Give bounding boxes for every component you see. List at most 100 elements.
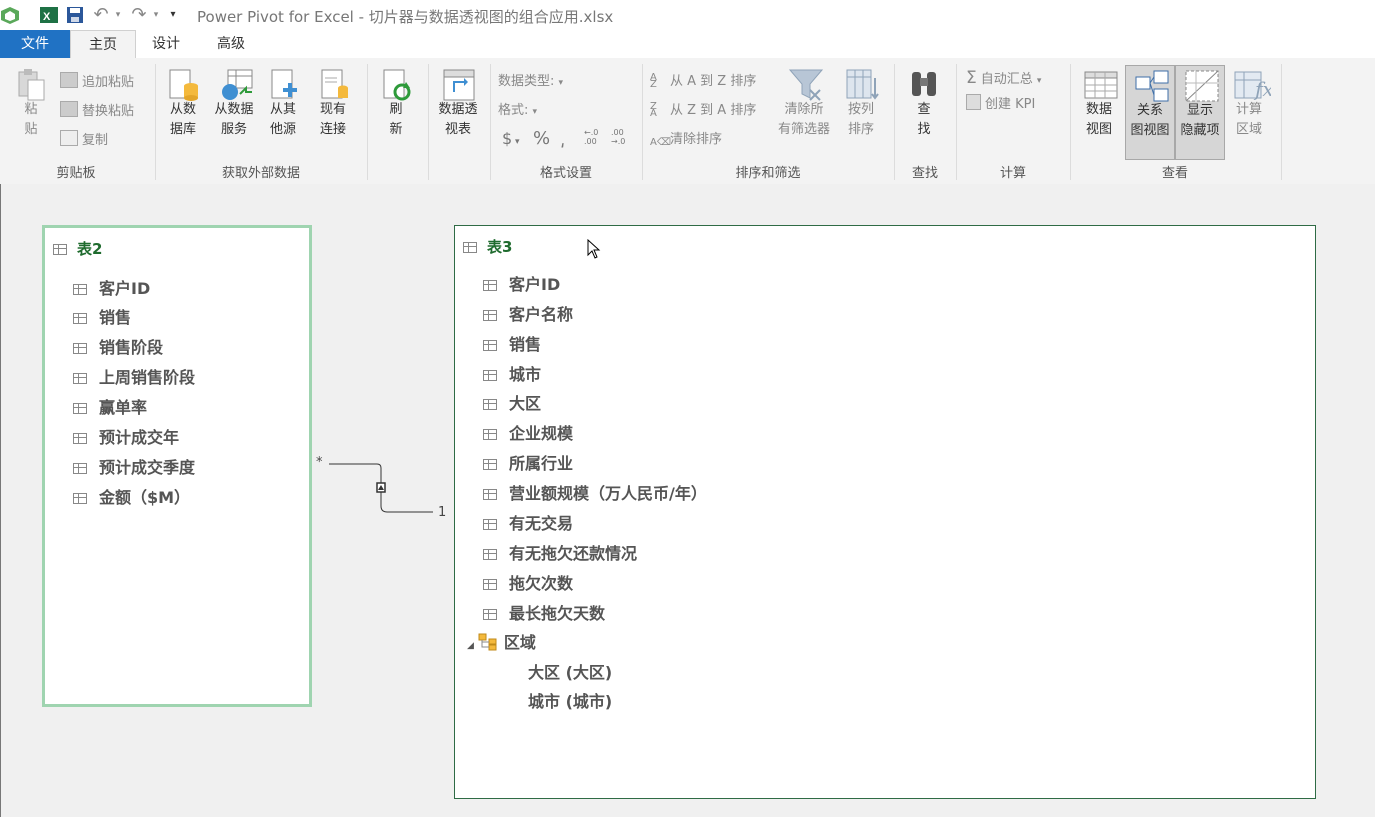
diagram-view-button[interactable]: 关系 图视图 xyxy=(1125,65,1175,160)
append-paste-button[interactable]: 追加粘贴 xyxy=(60,72,134,92)
copy-button[interactable]: 复制 xyxy=(60,130,108,150)
field-item[interactable]: 有无交易 xyxy=(483,510,573,534)
field-item[interactable]: 企业规模 xyxy=(483,420,573,444)
save-icon[interactable] xyxy=(66,6,84,24)
refresh-button[interactable]: 刷 新 xyxy=(374,68,418,140)
copy-icon xyxy=(60,130,78,146)
tab-advanced[interactable]: 高级 xyxy=(198,30,264,58)
from-data-service-button[interactable]: 从数据 服务 xyxy=(208,68,260,140)
table-3[interactable]: 表3 客户ID 客户名称 销售 城市 大区 企业规模 所属行业 营业额规模（万人… xyxy=(454,225,1316,799)
tab-design[interactable]: 设计 xyxy=(134,30,198,58)
comma-format-button[interactable]: ͵ xyxy=(560,129,565,149)
column-icon xyxy=(483,429,497,440)
customize-qat-icon[interactable]: ▾ xyxy=(166,5,180,25)
column-icon xyxy=(483,370,497,381)
calculation-area-icon: fx xyxy=(1233,68,1274,102)
find-button[interactable]: 查 找 xyxy=(902,68,946,140)
svg-text:fx: fx xyxy=(1253,77,1271,101)
table-2-title: 表2 xyxy=(53,238,102,259)
table-2[interactable]: 表2 客户ID 销售 销售阶段 上周销售阶段 赢单率 预计成交年 预计成交季度 … xyxy=(42,225,312,707)
relationship-line[interactable] xyxy=(301,454,461,524)
collapse-triangle-icon[interactable]: ◢ xyxy=(467,641,474,651)
format-dropdown[interactable]: 格式: ▾ xyxy=(498,101,537,121)
sort-by-column-button[interactable]: 按列 排序 xyxy=(838,68,884,140)
group-separator xyxy=(367,64,368,180)
column-icon xyxy=(483,459,497,470)
autosum-button[interactable]: Σ 自动汇总 ▾ xyxy=(966,68,1041,88)
existing-connections-button[interactable]: 现有 连接 xyxy=(310,68,356,140)
field-item[interactable]: 所属行业 xyxy=(483,450,573,474)
append-paste-icon xyxy=(60,72,78,88)
sigma-icon: Σ xyxy=(966,68,977,88)
data-type-dropdown[interactable]: 数据类型: ▾ xyxy=(498,72,563,92)
decrease-decimal-button[interactable]: .00 →.0 xyxy=(611,128,625,148)
from-database-button[interactable]: 从数 据库 xyxy=(160,68,206,140)
group-separator xyxy=(428,64,429,180)
sort-a-to-z-button[interactable]: AZ从 A 到 Z 排序 xyxy=(650,72,756,92)
kpi-icon xyxy=(966,94,981,110)
tab-file[interactable]: 文件 xyxy=(0,30,70,58)
hierarchy-item[interactable]: ◢ 区域 xyxy=(467,629,536,653)
field-item[interactable]: 预计成交季度 xyxy=(73,454,195,478)
field-item[interactable]: 预计成交年 xyxy=(73,424,179,448)
excel-icon[interactable]: X xyxy=(40,6,58,24)
group-label-view: 查看 xyxy=(1161,166,1188,181)
hierarchy-level[interactable]: 城市 (城市) xyxy=(528,688,612,712)
field-item[interactable]: 有无拖欠还款情况 xyxy=(483,540,637,564)
field-item[interactable]: 营业额规模（万人民币/年） xyxy=(483,480,707,504)
replace-paste-button[interactable]: 替换粘贴 xyxy=(60,101,134,121)
chevron-down-icon: ▾ xyxy=(512,137,520,147)
column-icon xyxy=(483,489,497,500)
field-item[interactable]: 金额（$M） xyxy=(73,484,190,508)
existing-connections-icon xyxy=(317,68,349,102)
redo-icon[interactable]: ↷ xyxy=(128,5,150,25)
power-pivot-icon[interactable] xyxy=(0,6,20,24)
data-view-button[interactable]: 数据 视图 xyxy=(1076,68,1122,140)
field-item[interactable]: 大区 xyxy=(483,390,541,414)
svg-text:X: X xyxy=(43,11,51,23)
data-service-icon xyxy=(218,68,253,102)
column-icon xyxy=(483,399,497,410)
chevron-down-icon: ▾ xyxy=(558,78,564,88)
sort-z-to-a-button[interactable]: ZA从 Z 到 A 排序 xyxy=(650,101,756,121)
undo-icon[interactable]: ↶ xyxy=(90,5,112,25)
field-item[interactable]: 城市 xyxy=(483,361,541,385)
clear-all-filters-button[interactable]: 清除所 有筛选器 xyxy=(772,68,836,140)
currency-format-button[interactable]: $ ▾ xyxy=(502,129,520,149)
column-icon xyxy=(73,493,87,504)
column-icon xyxy=(73,373,87,384)
field-item[interactable]: 客户ID xyxy=(483,271,560,295)
column-icon xyxy=(73,313,87,324)
field-item[interactable]: 客户ID xyxy=(73,275,150,299)
undo-dropdown-icon[interactable]: ▾ xyxy=(113,5,123,25)
field-item[interactable]: 销售 xyxy=(73,304,131,328)
diagram-view-icon xyxy=(1134,69,1169,103)
field-item[interactable]: 最长拖欠天数 xyxy=(483,600,605,624)
field-item[interactable]: 销售 xyxy=(483,331,541,355)
diagram-canvas[interactable]: * 1 表2 客户ID 销售 销售阶段 上周销售阶段 赢单率 预计成交年 预计成… xyxy=(0,184,1375,817)
field-item[interactable]: 客户名称 xyxy=(483,301,573,325)
paste-button[interactable]: 粘 贴 xyxy=(10,68,52,140)
field-item[interactable]: 赢单率 xyxy=(73,394,147,418)
from-other-sources-button[interactable]: 从其 他源 xyxy=(262,68,304,140)
create-kpi-button[interactable]: 创建 KPI xyxy=(966,94,1035,114)
clear-sort-button[interactable]: A⌫清除排序 xyxy=(650,130,722,150)
field-item[interactable]: 上周销售阶段 xyxy=(73,364,195,388)
table-icon xyxy=(463,242,477,253)
window-title: Power Pivot for Excel - 切片器与数据透视图的组合应用.x… xyxy=(197,8,614,26)
field-item[interactable]: 销售阶段 xyxy=(73,334,163,358)
field-item[interactable]: 拖欠次数 xyxy=(483,570,573,594)
table-3-title: 表3 xyxy=(463,236,512,257)
clear-filter-icon xyxy=(788,68,824,102)
tab-home[interactable]: 主页 xyxy=(70,30,136,59)
show-hidden-button[interactable]: 显示 隐藏项 xyxy=(1175,65,1225,160)
column-icon xyxy=(483,280,497,291)
calculation-area-button[interactable]: fx 计算 区域 xyxy=(1226,68,1274,140)
binoculars-icon xyxy=(908,68,940,102)
pivot-table-button[interactable]: 数据透 视表 xyxy=(432,68,484,140)
increase-decimal-button[interactable]: ←.0 .00 xyxy=(584,128,598,148)
percent-format-button[interactable]: % xyxy=(533,129,550,149)
redo-dropdown-icon[interactable]: ▾ xyxy=(151,5,161,25)
table-icon xyxy=(53,244,67,255)
hierarchy-level[interactable]: 大区 (大区) xyxy=(528,659,612,683)
